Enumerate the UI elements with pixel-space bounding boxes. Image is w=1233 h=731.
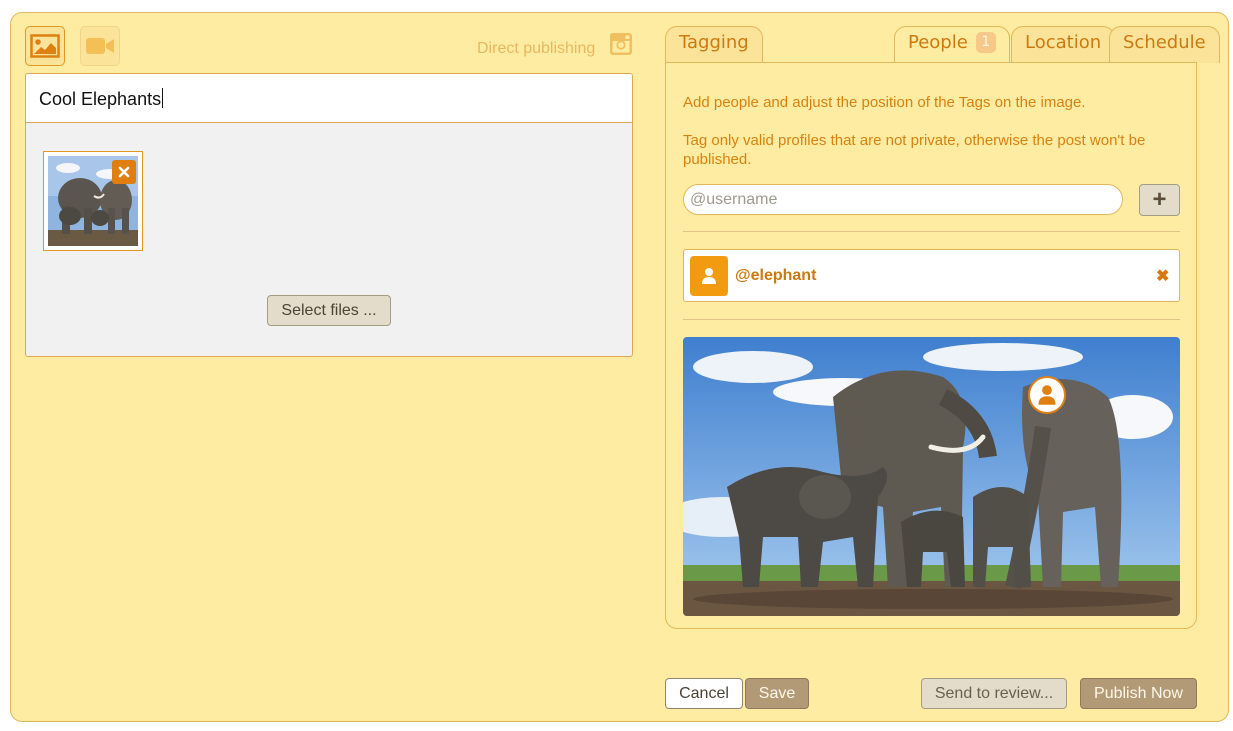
tab-location[interactable]: Location (1011, 26, 1116, 63)
instagram-icon (610, 33, 632, 55)
remove-media-button[interactable] (112, 160, 136, 184)
tab-schedule-label: Schedule (1123, 32, 1206, 53)
publish-now-button[interactable]: Publish Now (1080, 678, 1197, 709)
elephant-photo (683, 337, 1180, 616)
remove-tag-button[interactable]: ✖ (1156, 266, 1169, 286)
post-title-input[interactable]: Cool Elephants (25, 73, 633, 123)
plus-icon: + (1152, 186, 1167, 213)
image-mode-button[interactable] (25, 26, 65, 66)
people-info-text: Add people and adjust the position of th… (683, 94, 1086, 111)
video-mode-button[interactable] (80, 26, 120, 66)
close-icon (118, 166, 130, 178)
post-title-value: Cool Elephants (39, 89, 162, 109)
close-icon: ✖ (1156, 268, 1170, 285)
tab-tagging-label: Tagging (679, 32, 749, 53)
tag-marker[interactable] (1028, 376, 1066, 414)
user-icon (702, 268, 716, 284)
text-caret (162, 88, 164, 108)
add-person-button[interactable]: + (1139, 184, 1180, 216)
tab-schedule[interactable]: Schedule (1109, 26, 1220, 63)
user-icon (1038, 385, 1056, 405)
people-warning-text: Tag only valid profiles that are not pri… (683, 132, 1146, 168)
tagged-username: @elephant (735, 267, 817, 284)
upload-area[interactable]: Select files ... (25, 123, 633, 357)
save-button[interactable]: Save (745, 678, 809, 709)
tab-tagging[interactable]: Tagging (665, 26, 763, 63)
select-files-button[interactable]: Select files ... (267, 295, 391, 326)
people-count-badge: 1 (975, 32, 996, 53)
tab-location-label: Location (1025, 32, 1102, 53)
avatar (690, 256, 728, 296)
media-thumbnail[interactable] (43, 151, 143, 251)
tagging-image[interactable] (683, 337, 1180, 616)
video-camera-icon (86, 38, 114, 54)
direct-publishing-label: Direct publishing (477, 40, 596, 57)
send-to-review-button[interactable]: Send to review... (921, 678, 1067, 709)
image-icon (30, 34, 60, 58)
people-panel: Add people and adjust the position of th… (665, 62, 1197, 629)
divider (683, 231, 1180, 232)
tagged-person-row: @elephant ✖ (683, 249, 1180, 302)
username-input[interactable] (683, 184, 1123, 215)
cancel-button[interactable]: Cancel (665, 678, 743, 709)
composer-window: Direct publishing Cool Elephants Select … (10, 12, 1229, 722)
tab-people-label: People (908, 32, 968, 53)
divider (683, 319, 1180, 320)
tab-people[interactable]: People 1 (894, 26, 1010, 64)
